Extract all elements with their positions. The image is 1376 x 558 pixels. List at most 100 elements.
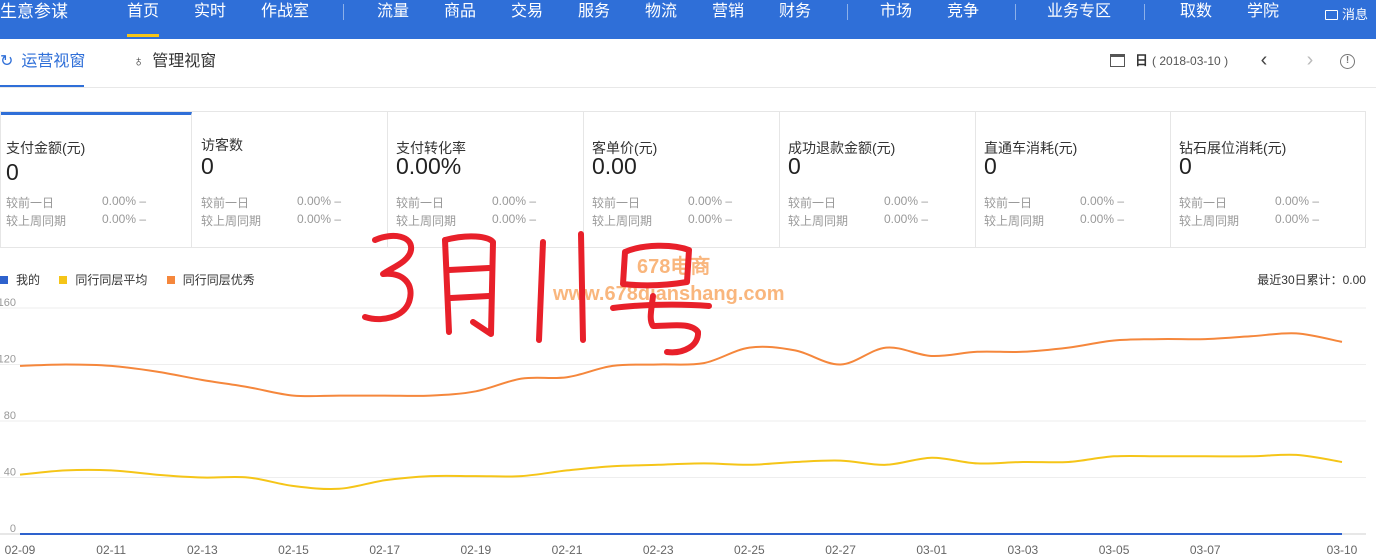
brand-title[interactable]: 生意参谋 bbox=[0, 0, 68, 39]
metric-compare-value: 0.00% – bbox=[492, 194, 537, 208]
y-tick-label: 80 bbox=[4, 410, 16, 422]
legend-swatch bbox=[59, 276, 68, 284]
refresh-icon: ↻ bbox=[0, 53, 14, 70]
metric-compare-label: 较前一日 bbox=[1179, 196, 1228, 210]
nav-academy[interactable]: 学院 bbox=[1247, 0, 1279, 36]
nav-business-zone[interactable]: 业务专区 bbox=[1047, 0, 1111, 36]
legend-label: 我的 bbox=[16, 273, 41, 287]
metric-title: 成功退款金额(元) bbox=[788, 140, 896, 156]
nav-home[interactable]: 首页 bbox=[127, 0, 160, 37]
metric-compare-value: 0.00% – bbox=[297, 194, 342, 208]
nav-products[interactable]: 商品 bbox=[444, 0, 476, 36]
metric-compare-value: 0.00% – bbox=[102, 212, 147, 226]
metric-compare-label: 较前一日 bbox=[984, 196, 1033, 210]
metric-compare-value: 0.00% – bbox=[1275, 212, 1320, 226]
metric-card-diamond-ad[interactable]: 钻石展位消耗(元) 0 较前一日 0.00% – 较上周同期 0.00% – bbox=[1171, 112, 1366, 247]
info-icon[interactable]: ! bbox=[1340, 54, 1355, 69]
nav-warroom[interactable]: 作战室 bbox=[261, 0, 309, 36]
metric-title: 直通车消耗(元) bbox=[984, 140, 1078, 156]
tab-management-view[interactable]: ♁ 管理视窗 bbox=[133, 39, 216, 87]
x-tick-label: 03-10 bbox=[1327, 543, 1358, 557]
metric-value: 0 bbox=[201, 153, 214, 179]
nav-competition[interactable]: 竞争 bbox=[947, 0, 979, 36]
x-tick-label: 02-25 bbox=[734, 543, 765, 557]
legend-item-peer-average[interactable]: 同行同层平均 bbox=[59, 271, 147, 288]
chart-legend: 我的 同行同层平均 同行同层优秀 bbox=[0, 271, 271, 288]
x-tick-label: 03-05 bbox=[1099, 543, 1130, 557]
x-tick-label: 02-23 bbox=[643, 543, 674, 557]
date-period: 日 bbox=[1135, 53, 1149, 68]
metric-compare-value: 0.00% – bbox=[1080, 212, 1125, 226]
legend-item-peer-excellent[interactable]: 同行同层优秀 bbox=[166, 271, 255, 288]
metric-compare-value: 0.00% – bbox=[1275, 194, 1320, 208]
date-picker[interactable]: 日( 2018-03-10 ) bbox=[1110, 39, 1228, 87]
legend-label: 同行同层平均 bbox=[75, 273, 148, 287]
x-tick-label: 03-07 bbox=[1190, 543, 1221, 557]
x-tick-label: 02-27 bbox=[825, 543, 856, 557]
metric-compare-label: 较前一日 bbox=[201, 196, 250, 210]
nav-marketing[interactable]: 营销 bbox=[712, 0, 744, 36]
x-tick-label: 02-09 bbox=[5, 543, 36, 557]
metric-compare-label: 较上周同期 bbox=[788, 214, 849, 228]
metric-value: 0 bbox=[6, 159, 19, 185]
tab-management-label: 管理视窗 bbox=[152, 53, 217, 70]
legend-swatch bbox=[0, 276, 8, 284]
date-value: ( 2018-03-10 ) bbox=[1152, 54, 1229, 68]
metric-title: 访客数 bbox=[201, 137, 243, 153]
x-tick-label: 03-01 bbox=[916, 543, 947, 557]
tab-operations-view[interactable]: ↻ 运营视窗 bbox=[0, 39, 85, 87]
nav-trade[interactable]: 交易 bbox=[511, 0, 543, 36]
nav-market[interactable]: 市场 bbox=[880, 0, 912, 36]
x-tick-label: 02-21 bbox=[552, 543, 583, 557]
nav-logistics[interactable]: 物流 bbox=[645, 0, 677, 36]
prev-date-button[interactable]: ‹ bbox=[1252, 49, 1276, 73]
x-tick-label: 02-15 bbox=[278, 543, 309, 557]
metric-compare-value: 0.00% – bbox=[102, 194, 147, 208]
metric-compare-label: 较前一日 bbox=[788, 196, 837, 210]
metric-card-refund[interactable]: 成功退款金额(元) 0 较前一日 0.00% – 较上周同期 0.00% – bbox=[780, 112, 976, 247]
nav-traffic[interactable]: 流量 bbox=[377, 0, 409, 36]
next-date-button[interactable]: › bbox=[1298, 49, 1322, 73]
metric-compare-label: 较前一日 bbox=[6, 196, 55, 210]
legend-item-mine[interactable]: 我的 bbox=[0, 271, 40, 288]
handwritten-annotation bbox=[362, 231, 712, 356]
nav-realtime[interactable]: 实时 bbox=[194, 0, 226, 36]
metric-title: 支付金额(元) bbox=[6, 140, 86, 156]
metric-value: 0 bbox=[1179, 153, 1192, 179]
x-tick-label: 02-19 bbox=[461, 543, 492, 557]
metric-compare-label: 较上周同期 bbox=[201, 214, 262, 228]
nav-service[interactable]: 服务 bbox=[578, 0, 610, 36]
messages-label: 消息 bbox=[1342, 7, 1369, 22]
x-tick-label: 02-13 bbox=[187, 543, 218, 557]
metric-compare-value: 0.00% – bbox=[297, 212, 342, 226]
nav-divider bbox=[343, 4, 344, 20]
metric-compare-label: 较前一日 bbox=[592, 196, 641, 210]
x-tick-label: 02-17 bbox=[369, 543, 400, 557]
metric-value: 0 bbox=[984, 153, 997, 179]
nav-finance[interactable]: 财务 bbox=[779, 0, 811, 36]
series-line-peer-average[interactable] bbox=[19, 453, 1343, 491]
y-tick-label: 0 bbox=[10, 523, 16, 535]
nav-divider bbox=[847, 4, 848, 20]
envelope-icon bbox=[1325, 10, 1338, 20]
nav-divider bbox=[1144, 4, 1145, 20]
y-tick-label: 120 bbox=[0, 354, 16, 366]
legend-label: 同行同层优秀 bbox=[182, 273, 255, 287]
y-tick-label: 40 bbox=[4, 467, 16, 479]
metric-value: 0.00% bbox=[396, 153, 462, 179]
metric-card-payment[interactable]: 支付金额(元) 0 较前一日 0.00% – 较上周同期 0.00% – bbox=[1, 112, 192, 247]
metric-compare-value: 0.00% – bbox=[1080, 194, 1125, 208]
metric-compare-value: 0.00% – bbox=[688, 194, 733, 208]
y-tick-label: 160 bbox=[0, 297, 16, 309]
nav-divider bbox=[1015, 4, 1016, 20]
metric-value: 0 bbox=[788, 153, 801, 179]
metric-compare-label: 较前一日 bbox=[396, 196, 445, 210]
messages-link[interactable]: 消息 bbox=[1325, 4, 1368, 23]
nav-data-fetch[interactable]: 取数 bbox=[1180, 0, 1212, 36]
metric-compare-label: 较上周同期 bbox=[984, 214, 1045, 228]
metric-card-express-ad[interactable]: 直通车消耗(元) 0 较前一日 0.00% – 较上周同期 0.00% – bbox=[976, 112, 1171, 247]
top-nav: 生意参谋 首页 实时 作战室 流量 商品 交易 服务 物流 营销 财务 市场 竞… bbox=[0, 0, 1376, 39]
metric-value: 0.00 bbox=[592, 153, 637, 179]
bulb-icon: ♁ bbox=[133, 53, 145, 70]
metric-title: 钻石展位消耗(元) bbox=[1179, 140, 1287, 156]
